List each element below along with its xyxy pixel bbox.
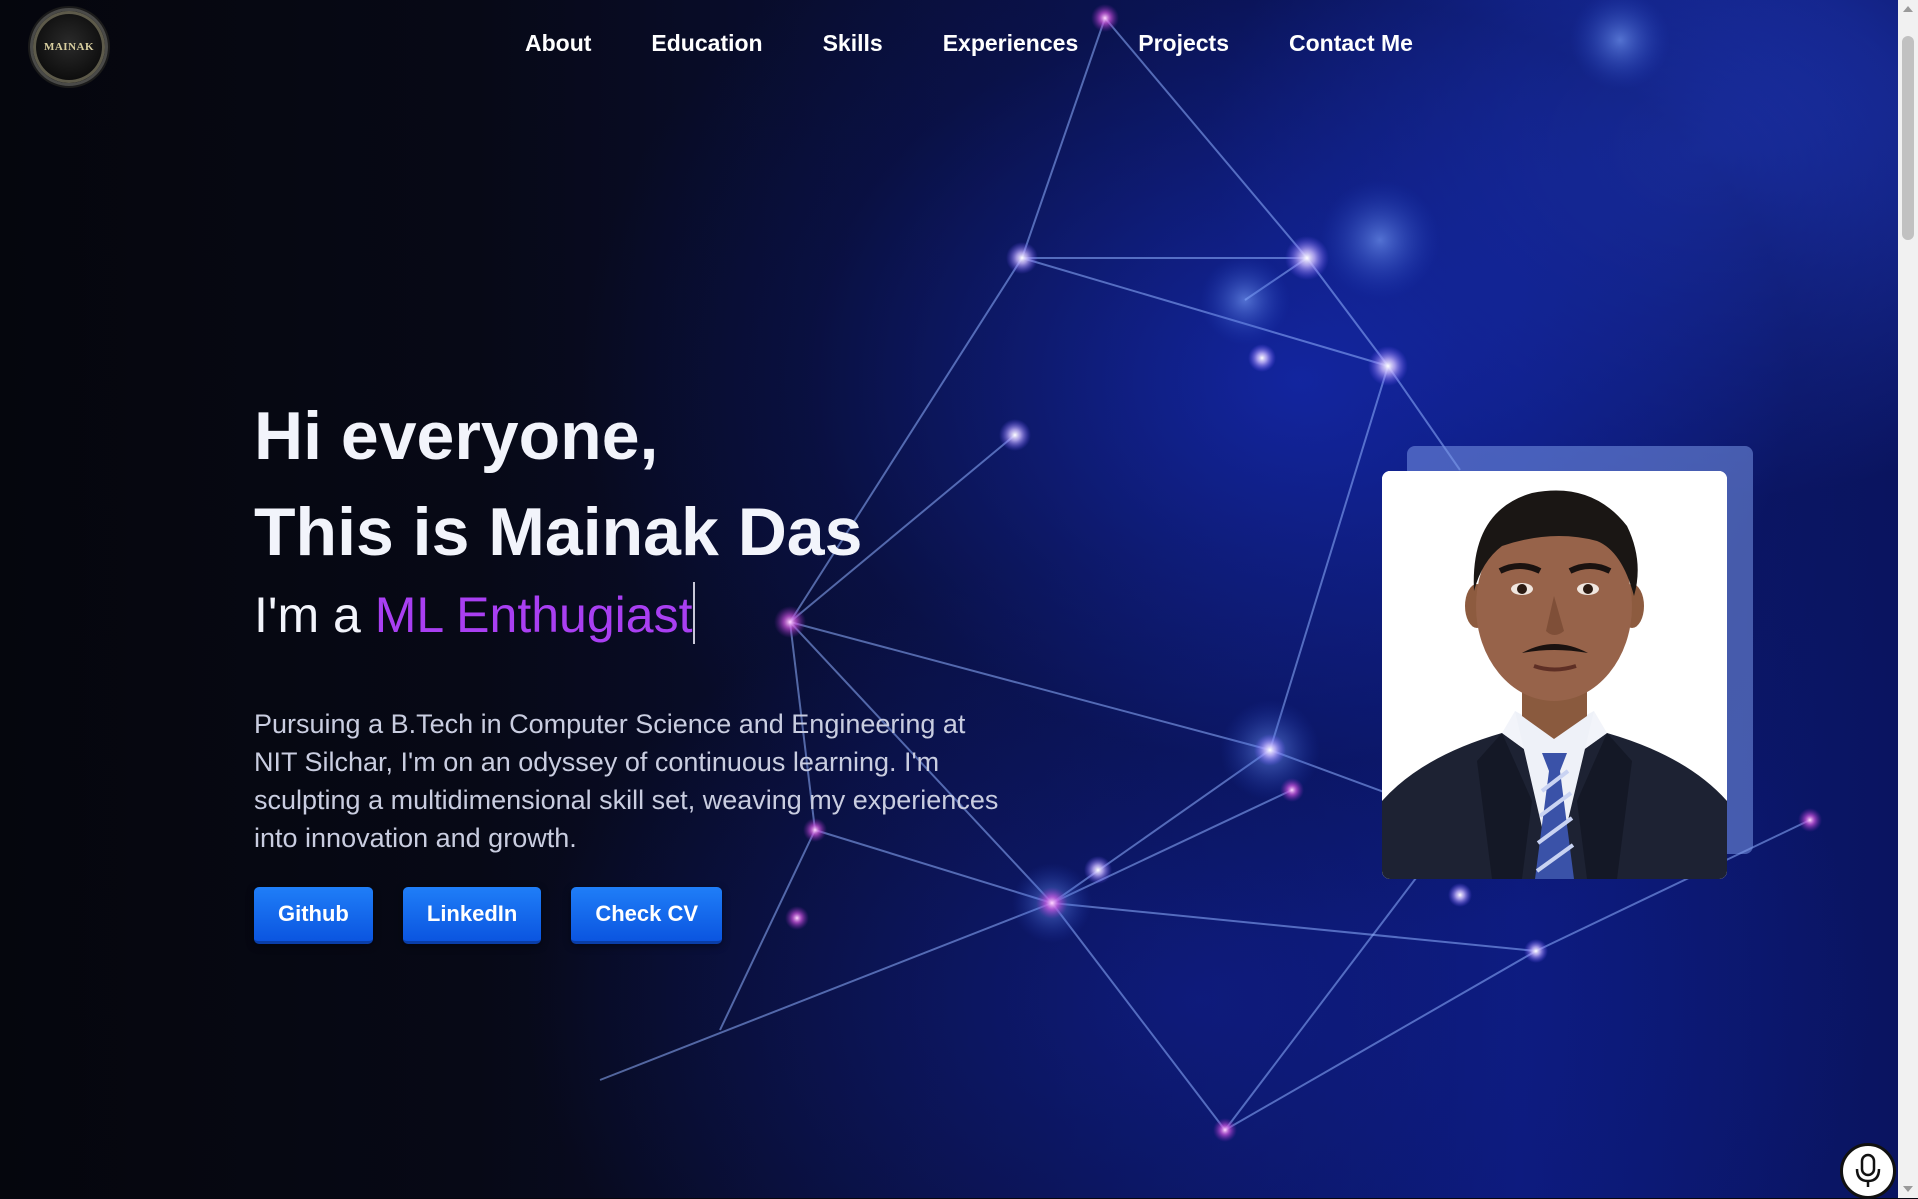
nav-item-experiences[interactable]: Experiences — [943, 30, 1079, 57]
scroll-up-arrow-icon[interactable] — [1903, 6, 1913, 12]
nav-item-contact[interactable]: Contact Me — [1289, 30, 1413, 57]
scroll-down-arrow-icon[interactable] — [1903, 1186, 1913, 1192]
role-typed-text: ML Enthugiast — [374, 587, 693, 643]
nav-item-projects[interactable]: Projects — [1138, 30, 1229, 57]
typing-caret — [693, 582, 696, 644]
hero-name: This is Mainak Das — [254, 494, 863, 570]
portrait-image — [1382, 471, 1727, 879]
scroll-thumb[interactable] — [1902, 36, 1914, 240]
nav-item-education[interactable]: Education — [651, 30, 762, 57]
vertical-scrollbar[interactable] — [1898, 0, 1918, 1198]
page-background: MAINAK About Education Skills Experience… — [0, 0, 1898, 1198]
profile-photo — [1382, 471, 1727, 879]
site-logo[interactable]: MAINAK — [30, 8, 108, 86]
main-nav: About Education Skills Experiences Proje… — [525, 30, 1473, 57]
nav-item-about[interactable]: About — [525, 30, 591, 57]
microphone-icon — [1855, 1153, 1881, 1187]
linkedin-button[interactable]: LinkedIn — [402, 887, 542, 944]
check-cv-button[interactable]: Check CV — [571, 887, 723, 944]
logo-text: MAINAK — [43, 41, 95, 53]
hero-description: Pursuing a B.Tech in Computer Science an… — [254, 709, 999, 853]
hero-buttons: Github LinkedIn Check CV — [254, 887, 1034, 944]
hero-greeting: Hi everyone, — [254, 398, 659, 474]
github-button[interactable]: Github — [254, 887, 373, 944]
role-prefix: I'm a — [254, 587, 375, 643]
voice-assistant-button[interactable] — [1840, 1143, 1896, 1199]
hero-role: I'm a ML Enthugiast — [254, 582, 1034, 645]
nav-item-skills[interactable]: Skills — [823, 30, 883, 57]
hero-section: Hi everyone, This is Mainak Das I'm a ML… — [254, 388, 1034, 944]
